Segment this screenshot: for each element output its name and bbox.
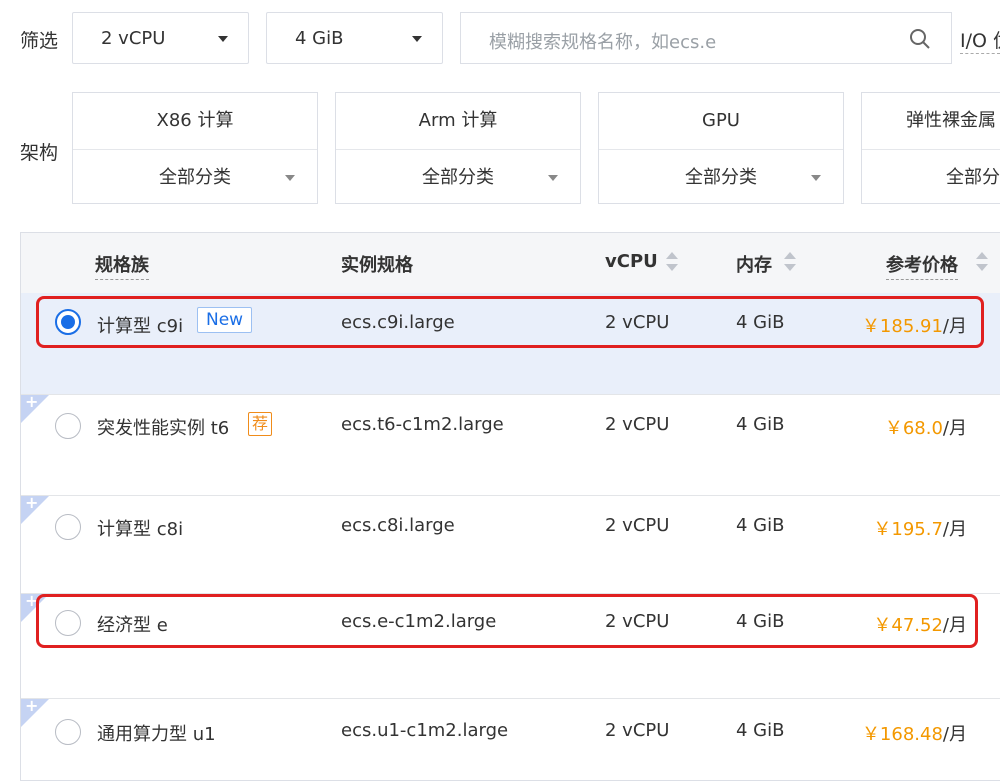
sort-vcpu-icon[interactable]	[666, 251, 678, 275]
highlight-box-e	[36, 594, 978, 648]
arch-card-category[interactable]: 全部分类	[599, 150, 843, 205]
sort-price-icon[interactable]	[976, 251, 988, 275]
arch-card-category[interactable]: 全部分类	[73, 150, 317, 205]
plus-icon[interactable]: +	[25, 493, 38, 512]
row-spec: ecs.c8i.large	[341, 515, 455, 536]
arch-card-bare-metal[interactable]: 弹性裸金属 全部分	[861, 92, 1000, 204]
arch-card-category[interactable]: 全部分类	[336, 150, 580, 205]
sort-memory-icon[interactable]	[784, 251, 796, 275]
chevron-down-icon	[811, 175, 821, 181]
chevron-down-icon	[412, 36, 422, 42]
highlight-box-c9i	[36, 296, 984, 348]
recommended-badge: 荐	[248, 412, 273, 436]
row-family: 计算型 c8i	[97, 519, 184, 540]
filter-label: 筛选	[20, 30, 59, 52]
column-memory[interactable]: 内存	[736, 251, 772, 277]
plus-icon[interactable]: +	[25, 392, 38, 411]
vcpu-select-value: 2 vCPU	[101, 28, 166, 49]
row-radio[interactable]	[55, 413, 81, 439]
io-underline	[960, 53, 1000, 54]
search-icon[interactable]	[909, 28, 931, 50]
row-price: ￥195.7/月	[873, 515, 967, 541]
row-vcpu: 2 vCPU	[605, 414, 670, 435]
price-unit: /月	[942, 724, 967, 745]
arch-card-category[interactable]: 全部分	[862, 150, 1000, 205]
arch-card-arm[interactable]: Arm 计算 全部分类	[335, 92, 581, 204]
arch-card-x86[interactable]: X86 计算 全部分类	[72, 92, 318, 204]
column-family: 规格族	[95, 251, 149, 280]
arch-label: 架构	[20, 142, 59, 164]
row-price: ￥68.0/月	[885, 414, 967, 440]
chevron-down-icon	[548, 175, 558, 181]
row-memory: 4 GiB	[736, 515, 785, 536]
price-unit: /月	[942, 519, 967, 540]
row-memory: 4 GiB	[736, 414, 785, 435]
row-vcpu: 2 vCPU	[605, 720, 670, 741]
row-vcpu: 2 vCPU	[605, 515, 670, 536]
io-filter-label[interactable]: I/O 优	[960, 26, 1000, 53]
row-spec: ecs.t6-c1m2.large	[341, 414, 504, 435]
row-spec: ecs.u1-c1m2.large	[341, 720, 509, 741]
table-row[interactable]: + 计算型 c8i ecs.c8i.large 2 vCPU 4 GiB ￥19…	[21, 493, 1000, 594]
arch-card-title[interactable]: Arm 计算	[336, 93, 580, 150]
arch-card-title[interactable]: X86 计算	[73, 93, 317, 150]
table-header: 规格族 实例规格 vCPU 内存 参考价格	[21, 233, 1000, 294]
memory-select-value: 4 GiB	[295, 28, 344, 49]
memory-select[interactable]: 4 GiB	[266, 12, 443, 64]
row-family: 突发性能实例 t6	[97, 418, 230, 439]
arch-card-title[interactable]: 弹性裸金属	[862, 93, 1000, 150]
row-family: 通用算力型 u1	[97, 724, 216, 745]
price-amount: ￥195.7	[873, 519, 943, 540]
column-spec: 实例规格	[341, 255, 413, 276]
price-unit: /月	[942, 418, 967, 439]
plus-icon[interactable]: +	[25, 696, 38, 715]
row-radio[interactable]	[55, 514, 81, 540]
search-input[interactable]: 模糊搜索规格名称，如ecs.e	[460, 12, 952, 64]
search-placeholder: 模糊搜索规格名称，如ecs.e	[489, 32, 717, 53]
row-memory: 4 GiB	[736, 720, 785, 741]
price-amount: ￥68.0	[884, 418, 943, 439]
chevron-down-icon	[285, 175, 295, 181]
row-price: ￥168.48/月	[862, 720, 967, 746]
row-radio[interactable]	[55, 719, 81, 745]
price-amount: ￥168.48	[861, 724, 943, 745]
column-vcpu[interactable]: vCPU	[605, 251, 658, 272]
arch-card-gpu[interactable]: GPU 全部分类	[598, 92, 844, 204]
vcpu-select[interactable]: 2 vCPU	[72, 12, 249, 64]
arch-card-title[interactable]: GPU	[599, 93, 843, 150]
column-price[interactable]: 参考价格	[886, 251, 958, 280]
chevron-down-icon	[218, 36, 228, 42]
table-row[interactable]: + 突发性能实例 t6 荐 ecs.t6-c1m2.large 2 vCPU 4…	[21, 392, 1000, 496]
table-row[interactable]: + 通用算力型 u1 ecs.u1-c1m2.large 2 vCPU 4 Gi…	[21, 696, 1000, 782]
